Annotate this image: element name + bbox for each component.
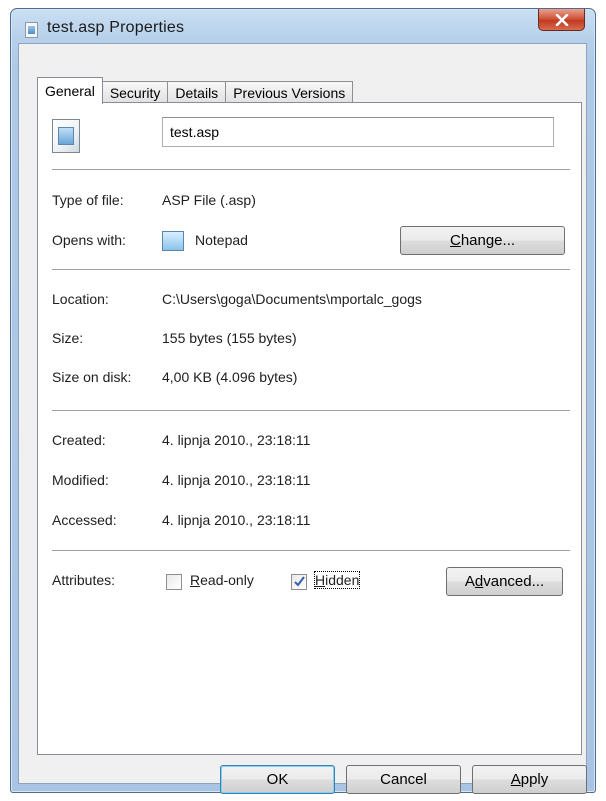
readonly-rest: ead-only: [200, 572, 254, 588]
tab-previous-versions[interactable]: Previous Versions: [225, 81, 354, 103]
close-icon: [555, 14, 569, 26]
tab-details[interactable]: Details: [167, 81, 227, 103]
change-label: hange...: [460, 232, 516, 249]
checkmark-icon: [294, 576, 305, 587]
tab-security[interactable]: Security: [101, 81, 169, 103]
dialog-body: General Security Details Previous Versio…: [18, 43, 587, 794]
hidden-accel: H: [315, 572, 326, 588]
size-on-disk-value: 4,00 KB (4.096 bytes): [162, 369, 298, 385]
document-icon: [52, 119, 80, 153]
size-value: 155 bytes (155 bytes): [162, 330, 297, 346]
type-value: ASP File (.asp): [162, 192, 256, 208]
advanced-post: vanced...: [483, 573, 545, 590]
hidden-checkbox[interactable]: [291, 574, 307, 590]
readonly-accel: R: [190, 572, 201, 588]
divider: [52, 410, 570, 412]
notepad-icon: [162, 231, 184, 251]
change-accel: C: [449, 232, 461, 249]
location-label: Location:: [52, 291, 109, 307]
opens-with-value: Notepad: [195, 232, 248, 248]
tab-general[interactable]: General: [37, 77, 103, 104]
apply-button[interactable]: Apply: [472, 765, 587, 794]
size-on-disk-label: Size on disk:: [52, 369, 132, 385]
readonly-label[interactable]: Read-only: [190, 572, 254, 588]
divider: [52, 269, 570, 271]
accessed-label: Accessed:: [52, 512, 117, 528]
type-label: Type of file:: [52, 192, 124, 208]
file-name-input[interactable]: [162, 117, 554, 147]
close-button[interactable]: [538, 9, 585, 31]
cancel-button[interactable]: Cancel: [346, 765, 461, 794]
general-panel: Type of file: ASP File (.asp) Opens with…: [37, 102, 582, 755]
attributes-label: Attributes:: [52, 572, 116, 588]
title-bar[interactable]: test.asp Properties: [11, 9, 595, 43]
created-label: Created:: [52, 432, 106, 448]
apply-rest: pply: [520, 771, 549, 788]
hidden-rest: idden: [325, 572, 360, 588]
divider: [52, 169, 570, 171]
modified-value: 4. lipnja 2010., 23:18:11: [162, 472, 311, 488]
advanced-pre: A: [464, 573, 475, 590]
advanced-button[interactable]: Advanced...: [446, 567, 563, 596]
opens-with-label: Opens with:: [52, 232, 126, 248]
hidden-label[interactable]: Hidden: [313, 571, 361, 589]
window-title: test.asp Properties: [47, 19, 185, 36]
created-value: 4. lipnja 2010., 23:18:11: [162, 432, 311, 448]
location-value: C:\Users\goga\Documents\mportalc_gogs: [162, 291, 422, 307]
file-icon: [25, 22, 38, 38]
accessed-value: 4. lipnja 2010., 23:18:11: [162, 512, 311, 528]
tab-strip: General Security Details Previous Versio…: [37, 77, 354, 104]
change-button[interactable]: Change...: [400, 226, 565, 255]
apply-accel: A: [510, 771, 521, 788]
readonly-checkbox[interactable]: [166, 574, 182, 590]
modified-label: Modified:: [52, 472, 109, 488]
properties-window: test.asp Properties General Security Det…: [10, 8, 596, 794]
divider: [52, 550, 570, 552]
ok-button[interactable]: OK: [220, 765, 335, 794]
advanced-accel: d: [474, 573, 484, 590]
size-label: Size:: [52, 330, 84, 346]
